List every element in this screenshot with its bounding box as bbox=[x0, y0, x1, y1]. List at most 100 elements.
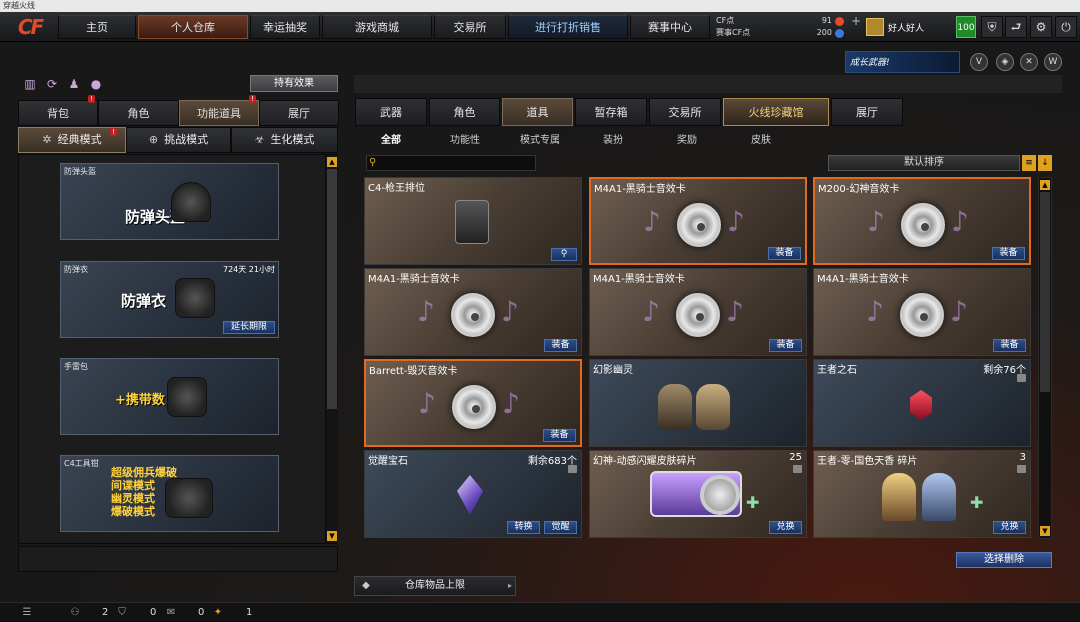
equip-button[interactable]: 装备 bbox=[993, 339, 1026, 352]
inspect-button[interactable]: ⚲ bbox=[551, 248, 577, 261]
shield-icon[interactable]: ⛨ bbox=[981, 16, 1003, 38]
crest-icon[interactable]: ◈ bbox=[996, 53, 1014, 71]
equip-button[interactable]: 装备 bbox=[992, 247, 1025, 260]
logout-icon[interactable]: ⮐ bbox=[1005, 16, 1027, 38]
left-tab-showroom[interactable]: 展厅 bbox=[259, 100, 339, 126]
item-card[interactable]: Barrett-毁灭音效卡 ♪ ♪ 装备 bbox=[364, 359, 582, 447]
owned-effects-button[interactable]: 持有效果 bbox=[250, 75, 338, 92]
scroll-up-icon[interactable]: ▲ bbox=[1040, 180, 1050, 190]
nav-tab-home[interactable]: 主页 bbox=[58, 15, 136, 39]
redeem-button[interactable]: 兑换 bbox=[993, 521, 1026, 534]
tab-collection-hall[interactable]: 火线珍藏馆 bbox=[723, 98, 829, 126]
music-note-icon: ♪ bbox=[643, 205, 661, 238]
left-list-scrollbar[interactable]: ▲ ▼ bbox=[325, 155, 338, 543]
gift-icon[interactable]: ✦ bbox=[211, 606, 225, 620]
category-skins[interactable]: 皮肤 bbox=[736, 131, 786, 147]
grenade-icon[interactable]: ● bbox=[88, 76, 104, 92]
menu-list-icon[interactable]: ☰ bbox=[20, 606, 34, 620]
extend-duration-button[interactable]: 延长期限 bbox=[223, 321, 275, 334]
convert-button[interactable]: 转换 bbox=[507, 521, 540, 534]
category-functional[interactable]: 功能性 bbox=[440, 131, 490, 147]
scroll-down-icon[interactable]: ▼ bbox=[1040, 526, 1050, 536]
awaken-button[interactable]: 觉醒 bbox=[544, 521, 577, 534]
combine-icon: ✚ bbox=[970, 493, 984, 512]
tab-weapons[interactable]: 武器 bbox=[355, 98, 427, 126]
sort-direction-icon[interactable]: ↓ bbox=[1038, 155, 1052, 171]
nav-tab-discount-sale[interactable]: 进行打折销售 bbox=[508, 15, 628, 39]
category-all[interactable]: 全部 bbox=[366, 131, 416, 147]
item-card[interactable]: 王者之石 剩余76个 bbox=[813, 359, 1031, 447]
tab-items[interactable]: 道具 bbox=[502, 98, 573, 126]
alert-icon: ! bbox=[249, 95, 256, 103]
left-tab-functional-items[interactable]: 功能道具 bbox=[179, 100, 259, 126]
sort-dropdown[interactable]: 默认排序 bbox=[828, 155, 1020, 171]
equip-button[interactable]: 装备 bbox=[768, 247, 801, 260]
gear-icon[interactable]: ⚙ bbox=[1030, 16, 1052, 38]
figure-icon[interactable]: ♟ bbox=[66, 76, 82, 92]
tab-temp-storage[interactable]: 暂存箱 bbox=[575, 98, 647, 126]
mode-tab-challenge[interactable]: ⊕ 挑战模式 bbox=[126, 127, 231, 153]
tab-showroom[interactable]: 展厅 bbox=[831, 98, 903, 126]
scroll-up-icon[interactable]: ▲ bbox=[327, 157, 337, 167]
friends-icon[interactable]: ⚇ bbox=[68, 606, 82, 620]
item-name: Barrett-毁灭音效卡 bbox=[369, 366, 458, 377]
left-tab-character[interactable]: 角色 bbox=[98, 100, 179, 126]
stats-icon[interactable]: ▥ bbox=[22, 76, 38, 92]
item-card[interactable]: M4A1-黑骑士音效卡 ♪ ♪ 装备 bbox=[589, 268, 807, 356]
v-badge-icon[interactable]: V bbox=[970, 53, 988, 71]
item-card-c4-pliers[interactable]: C4工具钳 超级佣兵爆破 间谍模式 幽灵模式 爆破模式 bbox=[60, 455, 279, 532]
storage-limit-button[interactable]: ◆ 仓库物品上限 ▸ bbox=[354, 576, 516, 596]
chat-count: 0 bbox=[198, 607, 205, 618]
search-input[interactable]: ⚲ bbox=[366, 155, 536, 171]
category-mode-exclusive[interactable]: 模式专属 bbox=[512, 131, 568, 147]
equip-button[interactable]: 装备 bbox=[543, 429, 576, 442]
shield-icon[interactable]: ⛉ bbox=[115, 606, 129, 620]
list-view-icon[interactable]: ≡ bbox=[1022, 155, 1036, 171]
mode-line: 超级佣兵爆破 bbox=[111, 466, 177, 479]
power-icon[interactable]: ⏻ bbox=[1055, 16, 1077, 38]
combine-icon: ✚ bbox=[746, 493, 760, 512]
cf-coin-icon bbox=[835, 17, 844, 26]
tab-exchange[interactable]: 交易所 bbox=[649, 98, 721, 126]
equip-button[interactable]: 装备 bbox=[769, 339, 802, 352]
recharge-button[interactable]: + bbox=[849, 15, 863, 38]
item-name: 王者之石 bbox=[817, 365, 857, 376]
left-tab-backpack[interactable]: 背包 bbox=[18, 100, 98, 126]
refresh-icon[interactable]: ⟳ bbox=[44, 76, 60, 92]
redeem-button[interactable]: 兑换 bbox=[769, 521, 802, 534]
scroll-thumb[interactable] bbox=[327, 169, 337, 409]
item-card[interactable]: 幻影幽灵 bbox=[589, 359, 807, 447]
mode-tab-zombie[interactable]: ☣ 生化模式 bbox=[231, 127, 338, 153]
item-card-grenade-pack[interactable]: 手雷包 +携带数 bbox=[60, 358, 279, 435]
nav-tab-lucky-draw[interactable]: 幸运抽奖 bbox=[250, 15, 320, 39]
nav-tab-personal-storage[interactable]: 个人仓库 bbox=[138, 15, 248, 39]
crossed-swords-icon[interactable]: ✕ bbox=[1020, 53, 1038, 71]
item-card[interactable]: 王者-零-国色天香 碎片 3 ✚ 兑换 bbox=[813, 450, 1031, 538]
chat-icon[interactable]: ✉ bbox=[164, 606, 178, 620]
tab-characters[interactable]: 角色 bbox=[429, 98, 500, 126]
item-card[interactable]: C4-枪王排位 ⚲ bbox=[364, 177, 582, 265]
category-cosmetic[interactable]: 装扮 bbox=[588, 131, 638, 147]
item-card-body-armor[interactable]: 防弹衣 724天 21小时 防弹衣 延长期限 bbox=[60, 261, 279, 338]
nav-tab-exchange[interactable]: 交易所 bbox=[434, 15, 506, 39]
select-delete-button[interactable]: 选择删除 bbox=[956, 552, 1052, 568]
nav-tab-event-center[interactable]: 赛事中心 bbox=[630, 15, 710, 39]
user-profile[interactable]: 好人好人 bbox=[866, 16, 950, 38]
item-card[interactable]: M4A1-黑骑士音效卡 ♪ ♪ 装备 bbox=[813, 268, 1031, 356]
item-card[interactable]: M200-幻神音效卡 ♪ ♪ 装备 bbox=[813, 177, 1031, 265]
scroll-thumb[interactable] bbox=[1040, 192, 1050, 392]
item-card[interactable]: M4A1-黑骑士音效卡 ♪ ♪ 装备 bbox=[589, 177, 807, 265]
item-card[interactable]: 觉醒宝石 剩余683个 转换 觉醒 bbox=[364, 450, 582, 538]
cf-logo[interactable]: CF bbox=[4, 14, 56, 40]
scroll-down-icon[interactable]: ▼ bbox=[327, 531, 337, 541]
equip-button[interactable]: 装备 bbox=[544, 339, 577, 352]
w-logo-icon[interactable]: W bbox=[1044, 53, 1062, 71]
item-grid-scrollbar[interactable]: ▲ ▼ bbox=[1038, 177, 1052, 539]
c4-device-icon bbox=[455, 200, 489, 244]
item-card[interactable]: 幻神-动感闪耀皮肤碎片 25 ✚ 兑换 bbox=[589, 450, 807, 538]
nav-tab-game-mall[interactable]: 游戏商城 bbox=[322, 15, 432, 39]
item-card[interactable]: M4A1-黑骑士音效卡 ♪ ♪ 装备 bbox=[364, 268, 582, 356]
category-rewards[interactable]: 奖励 bbox=[662, 131, 712, 147]
grow-weapon-banner[interactable]: 成长武器! bbox=[845, 51, 960, 73]
item-card-helmet[interactable]: 防弹头盔 防弹头盔 bbox=[60, 163, 279, 240]
